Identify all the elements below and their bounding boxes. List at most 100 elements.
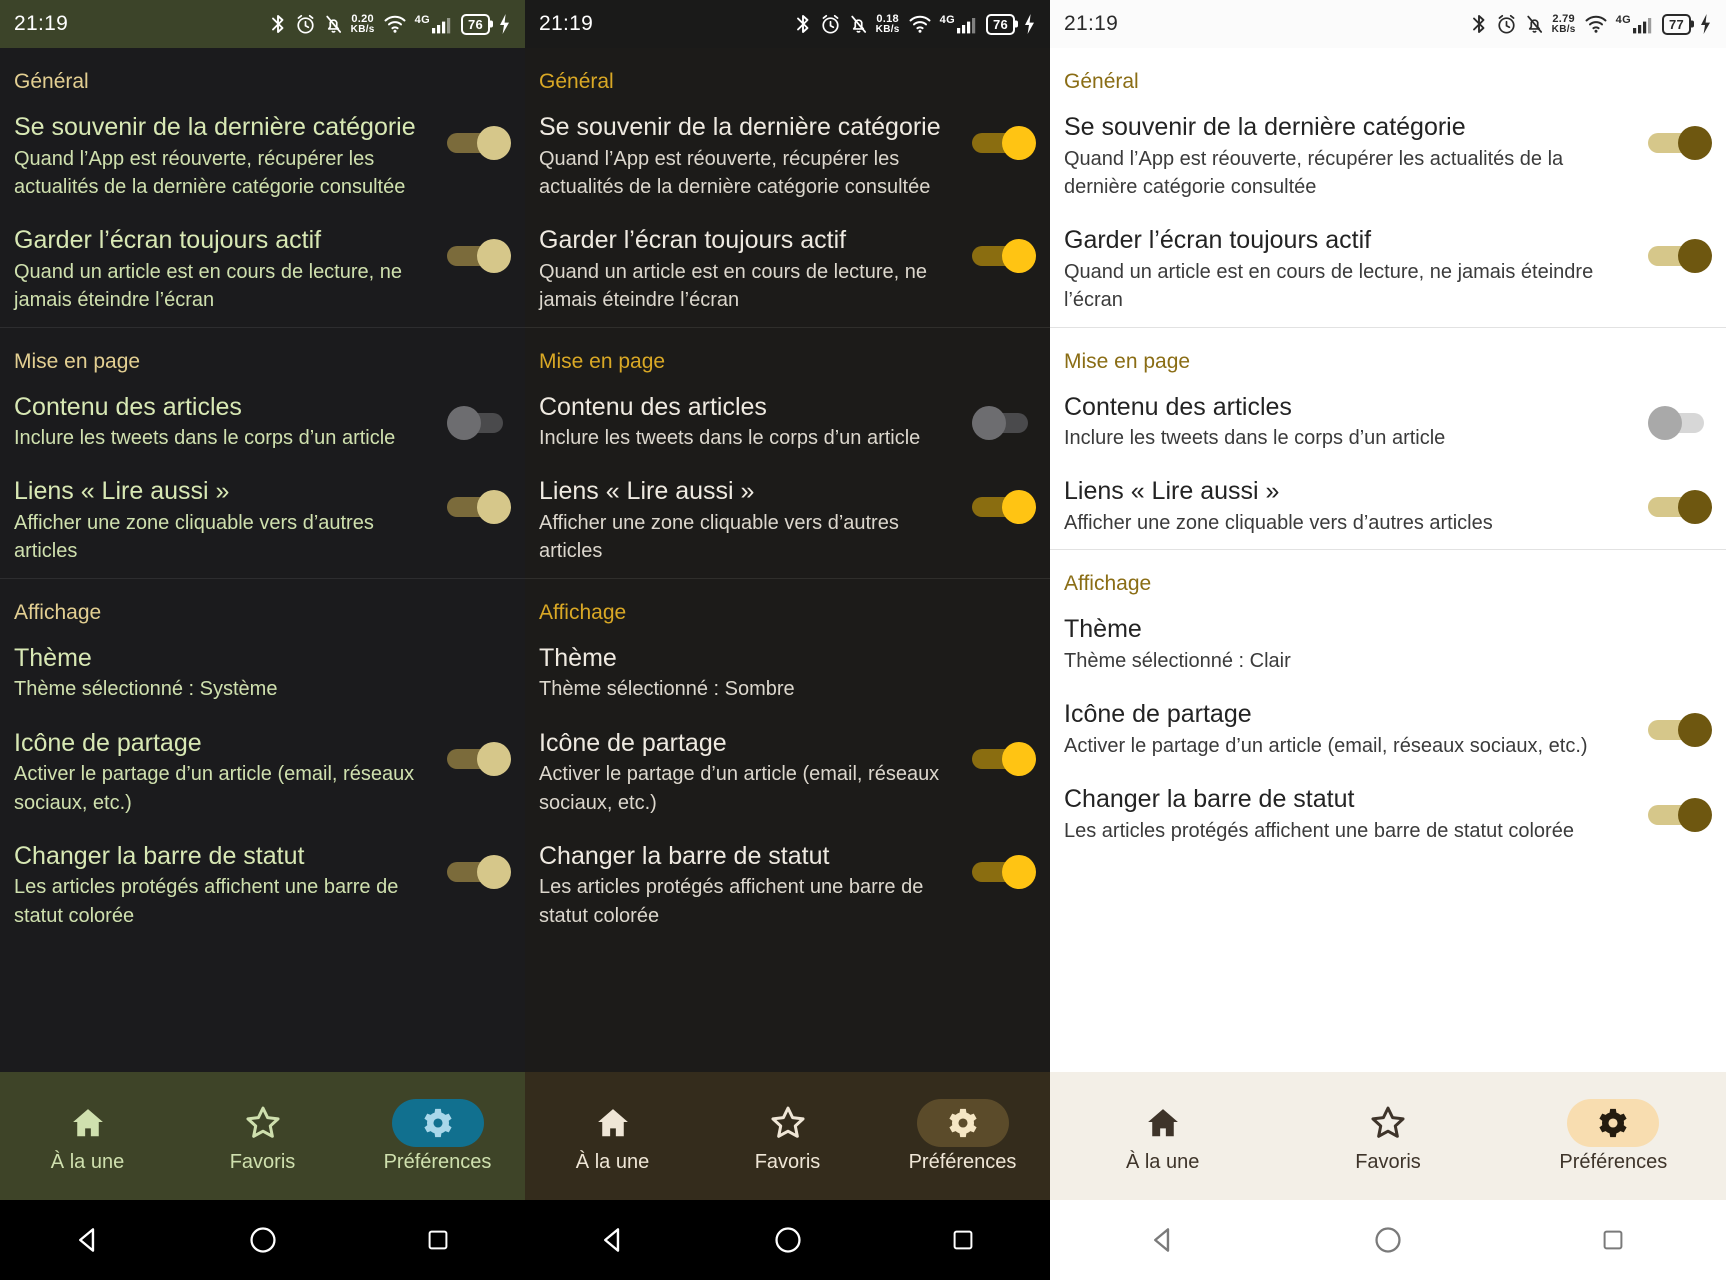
setting-row[interactable]: Icône de partage Activer le partage d’un … xyxy=(1050,687,1726,772)
settings-section: Affichage Thème Thème sélectionné : Clair I… xyxy=(1050,549,1726,857)
setting-row[interactable]: Liens « Lire aussi » Afficher une zone cl… xyxy=(525,464,1050,577)
setting-row[interactable]: Liens « Lire aussi » Afficher une zone cl… xyxy=(0,464,525,577)
setting-toggle[interactable] xyxy=(1648,490,1712,525)
battery-icon: 77 xyxy=(1661,13,1691,35)
back-triangle-icon[interactable] xyxy=(58,1210,118,1270)
nav-item-home[interactable]: À la une xyxy=(0,1099,175,1174)
setting-description: Inclure les tweets dans le corps d’un ar… xyxy=(539,427,921,450)
setting-row[interactable]: Icône de partage Activer le partage d’un … xyxy=(0,716,525,829)
home-circle-icon[interactable] xyxy=(233,1210,293,1270)
nav-item-gear[interactable]: Préférences xyxy=(875,1098,1050,1174)
setting-toggle[interactable] xyxy=(447,126,511,160)
toggle-thumb xyxy=(1678,713,1712,748)
setting-title: Se souvenir de la dernière catégorie xyxy=(539,113,941,141)
setting-toggle[interactable] xyxy=(447,490,511,525)
nav-item-gear[interactable]: Préférences xyxy=(350,1098,525,1174)
settings-section: Mise en page Contenu des articles Inclure … xyxy=(0,326,525,578)
setting-toggle[interactable] xyxy=(447,405,511,440)
setting-row[interactable]: Garder l’écran toujours actif Quand un ar… xyxy=(0,213,525,326)
back-triangle-icon[interactable] xyxy=(1133,1210,1193,1270)
setting-toggle[interactable] xyxy=(1648,405,1712,440)
setting-title: Garder l’écran toujours actif xyxy=(14,226,322,255)
setting-row[interactable]: Contenu des articles Inclure les tweets d… xyxy=(525,380,1050,465)
home-circle-icon[interactable] xyxy=(1358,1210,1418,1270)
setting-row[interactable]: Changer la barre de statut Les articles p… xyxy=(525,829,1050,942)
setting-toggle[interactable] xyxy=(447,239,511,274)
setting-row[interactable]: Se souvenir de la dernière catégorie Quan… xyxy=(0,100,525,213)
setting-row[interactable]: Contenu des articles Inclure les tweets d… xyxy=(0,380,525,465)
setting-row[interactable]: Garder l’écran toujours actif Quand un ar… xyxy=(1050,213,1726,326)
nav-item-home[interactable]: À la une xyxy=(525,1099,700,1174)
section-header: Mise en page xyxy=(14,349,141,373)
setting-toggle[interactable] xyxy=(972,854,1036,889)
setting-toggle[interactable] xyxy=(447,854,511,889)
setting-row[interactable]: Icône de partage Activer le partage d’un … xyxy=(525,716,1050,829)
setting-row[interactable]: Contenu des articles Inclure les tweets d… xyxy=(1050,380,1726,465)
setting-description: Thème sélectionné : Sombre xyxy=(539,678,795,701)
setting-description: Quand un article est en cours de lecture… xyxy=(1064,260,1594,312)
home-circle-icon[interactable] xyxy=(758,1210,818,1270)
notifications-off-icon xyxy=(324,13,343,35)
nav-label: À la une xyxy=(575,1150,650,1173)
screenshot-comparison: 21:19 0.20 KB/s 4G 76 Général Se souvenir de l… xyxy=(0,0,1726,1280)
nav-item-star[interactable]: Favoris xyxy=(175,1099,350,1174)
setting-text: Thème Thème sélectionné : Clair xyxy=(1064,614,1712,675)
back-triangle-icon[interactable] xyxy=(583,1210,643,1270)
setting-title: Liens « Lire aussi » xyxy=(14,477,230,506)
toggle-thumb xyxy=(477,741,511,776)
setting-row[interactable]: Thème Thème sélectionné : Sombre xyxy=(525,631,1050,716)
setting-row[interactable]: Garder l’écran toujours actif Quand un ar… xyxy=(525,213,1050,326)
setting-toggle[interactable] xyxy=(972,405,1036,440)
recents-square-icon[interactable] xyxy=(933,1210,993,1270)
settings-list: Général Se souvenir de la dernière catégo… xyxy=(525,48,1050,1072)
nav-item-star[interactable]: Favoris xyxy=(700,1099,875,1174)
setting-row[interactable]: Changer la barre de statut Les articles p… xyxy=(0,829,525,942)
setting-row[interactable]: Thème Thème sélectionné : Système xyxy=(0,631,525,716)
setting-text: Icône de partage Activer le partage d’un … xyxy=(14,728,437,817)
setting-toggle[interactable] xyxy=(1648,798,1712,833)
setting-row[interactable]: Thème Thème sélectionné : Clair xyxy=(1050,602,1726,687)
settings-section: Mise en page Contenu des articles Inclure … xyxy=(525,326,1050,578)
setting-text: Garder l’écran toujours actif Quand un ar… xyxy=(539,225,962,314)
section-header: Affichage xyxy=(14,600,102,624)
nav-label: Favoris xyxy=(1355,1150,1421,1173)
toggle-thumb xyxy=(1002,741,1036,776)
setting-toggle[interactable] xyxy=(1648,239,1712,274)
setting-toggle[interactable] xyxy=(1648,126,1712,160)
setting-description: Quand un article est en cours de lecture… xyxy=(14,260,403,312)
wifi-icon xyxy=(383,14,407,34)
setting-row[interactable]: Se souvenir de la dernière catégorie Quan… xyxy=(525,100,1050,213)
setting-title: Contenu des articles xyxy=(1064,392,1292,421)
setting-row[interactable]: Se souvenir de la dernière catégorie Quan… xyxy=(1050,100,1726,213)
gear-icon xyxy=(391,1098,484,1147)
nav-item-gear[interactable]: Préférences xyxy=(1501,1098,1726,1174)
nav-label: À la une xyxy=(1125,1150,1200,1173)
section-header: Mise en page xyxy=(539,349,666,373)
setting-title: Contenu des articles xyxy=(539,392,767,421)
bottom-navigation: À la une Favoris Préférences xyxy=(525,1072,1050,1200)
setting-toggle[interactable] xyxy=(972,490,1036,525)
setting-row[interactable]: Changer la barre de statut Les articles p… xyxy=(1050,772,1726,857)
setting-toggle[interactable] xyxy=(972,126,1036,160)
setting-text: Liens « Lire aussi » Afficher une zone cl… xyxy=(14,476,437,565)
setting-title: Contenu des articles xyxy=(14,392,242,421)
recents-square-icon[interactable] xyxy=(408,1210,468,1270)
android-system-nav xyxy=(1050,1200,1726,1280)
status-icon-group: 0.20 KB/s 4G 76 xyxy=(269,13,511,35)
setting-toggle[interactable] xyxy=(447,741,511,776)
nav-label: Préférences xyxy=(1559,1150,1668,1173)
setting-toggle[interactable] xyxy=(1648,713,1712,748)
setting-title: Se souvenir de la dernière catégorie xyxy=(14,113,416,141)
setting-toggle[interactable] xyxy=(972,239,1036,274)
setting-description: Afficher une zone cliquable vers d’autre… xyxy=(14,511,374,563)
nav-item-home[interactable]: À la une xyxy=(1050,1099,1275,1174)
setting-description: Quand un article est en cours de lecture… xyxy=(539,260,928,312)
setting-text: Contenu des articles Inclure les tweets d… xyxy=(1064,392,1638,453)
setting-row[interactable]: Liens « Lire aussi » Afficher une zone cl… xyxy=(1050,464,1726,549)
toggle-thumb xyxy=(1678,798,1712,833)
setting-text: Contenu des articles Inclure les tweets d… xyxy=(539,392,962,453)
recents-square-icon[interactable] xyxy=(1583,1210,1643,1270)
setting-title: Garder l’écran toujours actif xyxy=(1064,226,1372,255)
nav-item-star[interactable]: Favoris xyxy=(1275,1099,1500,1174)
setting-toggle[interactable] xyxy=(972,741,1036,776)
